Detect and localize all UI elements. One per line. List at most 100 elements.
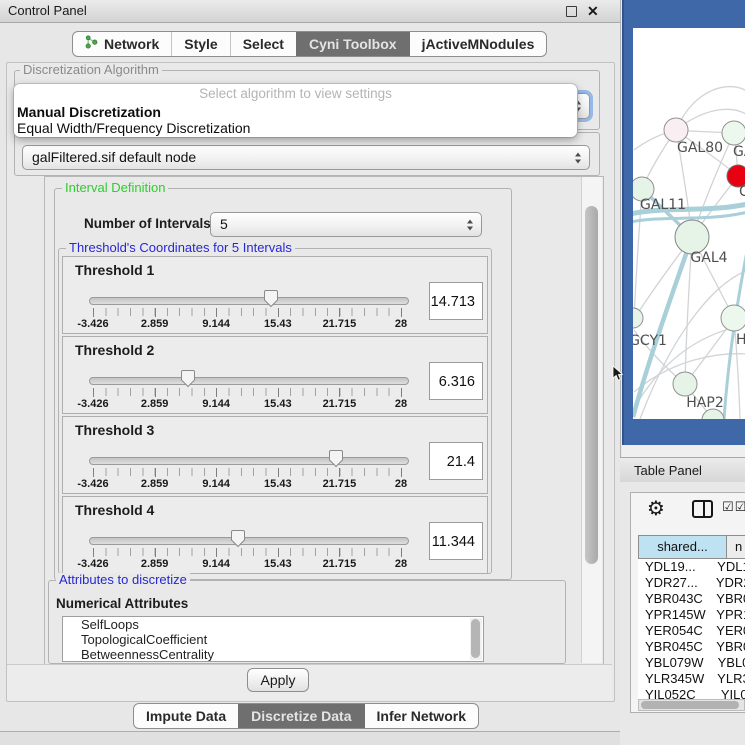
slider-thumb[interactable] [230,529,246,548]
table-panel-title: Table Panel [634,458,702,483]
panel-gap [622,445,745,457]
slider-major-tick [278,308,279,317]
close-icon[interactable]: ✕ [587,0,599,22]
table-header-shared-name[interactable]: shared... [638,535,727,559]
slider-track[interactable] [89,297,409,305]
network-node-cut-topright[interactable] [722,121,745,145]
attribute-list-item[interactable]: TopologicalCoefficient [63,632,483,647]
dropdown-option-manual-discretization[interactable]: Manual Discretization [14,104,577,120]
slider-tick-label: 28 [371,398,431,410]
settings-scrollbar[interactable] [581,177,602,663]
table-row[interactable]: YER054CYER0 [638,623,745,639]
threshold-2-panel: Threshold 2 -3.4262.8599.14415.4321.7152… [62,336,488,414]
slider-tick-label: -3.426 [63,478,123,490]
number-of-intervals-value: 5 [220,213,228,236]
list-scrollbar[interactable] [470,618,482,660]
settings-scrollbar-thumb[interactable] [585,206,598,564]
tab-style[interactable]: Style [171,32,229,56]
slider-major-tick [339,308,340,317]
tab-network[interactable]: Network [73,32,171,56]
table-rows[interactable]: YDL19...YDL1YDR27...YDR2YBR043CYBR0YPR14… [638,559,745,699]
table-horizontal-scrollbar[interactable] [638,699,745,711]
slider-thumb[interactable] [180,369,196,388]
table-row[interactable]: YDL19...YDL1 [638,559,745,575]
threshold-2-value[interactable]: 6.316 [429,362,483,400]
slider-major-tick [401,468,402,477]
cell-name[interactable]: YLR3 [715,671,745,687]
cell-name[interactable]: YIL0 [719,687,745,699]
network-node-h[interactable] [721,305,745,331]
slider-track[interactable] [89,377,409,385]
cell-name[interactable]: YER0 [714,623,745,639]
cell-shared-name[interactable]: YPR145W [638,607,714,623]
slider-ticks [93,468,402,476]
cell-shared-name[interactable]: YIL052C [638,687,719,699]
network-node-hap2[interactable] [673,372,697,396]
network-node-gal80[interactable] [664,118,688,142]
slider-thumb[interactable] [263,289,279,308]
checkbox-icons[interactable]: ☑☑ [722,500,745,515]
slider-tick-label: 2.859 [125,478,185,490]
column-split-icon[interactable] [692,500,713,518]
cell-shared-name[interactable]: YBR045C [638,639,714,655]
tab-cyni-toolbox[interactable]: Cyni Toolbox [296,32,409,56]
table-header-name[interactable]: n [726,535,745,559]
slider-tick-label: 9.144 [186,398,246,410]
slider-tick-label: 28 [371,558,431,570]
network-node-gcy1[interactable] [633,308,643,328]
cell-shared-name[interactable]: YDR27... [638,575,714,591]
attribute-list-item[interactable]: SelfLoops [63,617,483,632]
apply-button[interactable]: Apply [247,668,309,692]
threshold-4-value[interactable]: 11.344 [429,522,483,560]
cell-shared-name[interactable]: YER054C [638,623,714,639]
slider-track[interactable] [89,537,409,545]
slider-track[interactable] [89,457,409,465]
gear-icon[interactable]: ⚙ [647,497,665,519]
cell-name[interactable]: YBR0 [714,639,745,655]
cell-shared-name[interactable]: YBL079W [638,655,716,671]
table-hscrollbar-thumb[interactable] [641,701,739,709]
slider-thumb[interactable] [328,449,344,468]
network-node-gal4[interactable] [675,220,709,254]
float-window-icon[interactable] [566,6,577,17]
node-label-gal4: GAL4 [690,250,727,266]
screenshot-root: Control Panel ✕ Network Style Se [0,0,745,745]
threshold-1-value[interactable]: 14.713 [429,282,483,320]
tab-select[interactable]: Select [230,32,296,56]
slider-tick-label: 15.43 [248,398,308,410]
network-canvas[interactable]: GAL80 GA C GAL11 GAL4 GCY1 H HAP2 [633,28,745,419]
table-row[interactable]: YBR043CYBR0 [638,591,745,607]
threshold-4-panel: Threshold 4 -3.4262.8599.14415.4321.7152… [62,496,488,574]
table-row[interactable]: YBR045CYBR0 [638,639,745,655]
cell-name[interactable]: YBR0 [714,591,745,607]
slider-major-tick [278,388,279,397]
cell-name[interactable]: YBL0 [716,655,745,671]
cell-name[interactable]: YDL1 [715,559,745,575]
slider-tick-labels: -3.4262.8599.14415.4321.71528 [93,558,402,570]
cell-shared-name[interactable]: YLR345W [638,671,715,687]
tab-discretize-data[interactable]: Discretize Data [238,704,363,728]
numerical-attributes-list[interactable]: SelfLoopsTopologicalCoefficientBetweenne… [62,616,484,662]
dropdown-option-equal-width-frequency[interactable]: Equal Width/Frequency Discretization [14,120,577,136]
tab-jactivemnodules[interactable]: jActiveMNodules [409,32,547,56]
cell-name[interactable]: YDR2 [714,575,745,591]
slider-tick-labels: -3.4262.8599.14415.4321.71528 [93,318,402,330]
table-row[interactable]: YDR27...YDR2 [638,575,745,591]
table-row[interactable]: YIL052CYIL0 [638,687,745,699]
slider-tick-label: 2.859 [125,558,185,570]
number-of-intervals-combobox[interactable]: 5 [210,212,482,237]
interval-definition-group-title: Interval Definition [62,181,168,195]
table-row[interactable]: YPR145WYPR1 [638,607,745,623]
table-row[interactable]: YBL079WYBL0 [638,655,745,671]
cell-name[interactable]: YPR1 [714,607,745,623]
attribute-list-item[interactable]: BetweennessCentrality [63,647,483,662]
threshold-3-value[interactable]: 21.4 [429,442,483,480]
tab-infer-network[interactable]: Infer Network [364,704,478,728]
cell-shared-name[interactable]: YBR043C [638,591,714,607]
number-of-intervals-label: Number of Intervals [84,216,211,231]
table-data-combobox[interactable]: galFiltered.sif default node [22,145,590,170]
table-row[interactable]: YLR345WYLR3 [638,671,745,687]
tab-impute-data[interactable]: Impute Data [134,704,238,728]
cell-shared-name[interactable]: YDL19... [638,559,715,575]
list-scrollbar-thumb[interactable] [471,619,480,658]
